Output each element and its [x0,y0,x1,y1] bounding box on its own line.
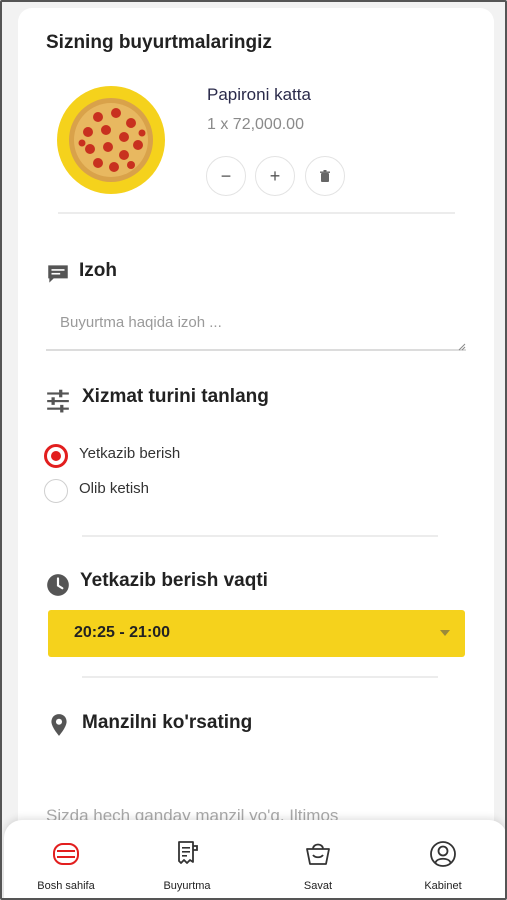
pepperoni-pizza-icon [69,98,153,182]
nav-label: Bosh sahifa [37,880,95,892]
chevron-down-icon [440,630,450,636]
app-frame: Sizning buyurtmalaringiz Papironi katta … [0,0,507,900]
radio-button[interactable] [44,479,68,503]
basket-icon [306,843,330,865]
home-icon [53,843,79,865]
nav-label: Savat [303,880,333,892]
increase-quantity-button[interactable]: + [255,156,295,196]
delivery-time-title: Yetkazib berish vaqti [80,570,268,591]
product-name: Papironi katta [207,85,311,104]
nav-item-cart[interactable]: Savat [268,820,368,898]
nav-item-profile[interactable]: Kabinet [393,820,493,898]
orders-title: Sizning buyurtmalaringiz [46,32,272,53]
user-icon [430,841,456,867]
receipt-icon [178,841,198,864]
nav-item-orders[interactable]: Buyurtma [137,820,237,898]
chat-icon [48,265,68,283]
trash-icon [320,169,330,182]
resize-handle-icon[interactable] [458,343,466,351]
divider [82,535,438,537]
divider [58,212,455,214]
remove-item-button[interactable] [305,156,345,196]
divider [82,676,438,678]
service-option-label: Yetkazib berish [79,444,181,462]
service-option-pickup[interactable]: Olib ketish [44,479,149,503]
clock-icon [47,574,69,596]
location-pin-icon [51,714,67,736]
minus-icon: − [220,165,232,186]
service-type-title: Xizmat turini tanlang [82,386,269,407]
decrease-quantity-button[interactable]: − [206,156,246,196]
sliders-icon [47,389,69,413]
comment-title: Izoh [79,260,117,281]
product-image [57,86,165,194]
radio-button-checked[interactable] [44,444,68,468]
service-option-delivery[interactable]: Yetkazib berish [44,444,180,468]
nav-label: Buyurtma [163,880,211,892]
delivery-time-select[interactable]: 20:25 - 21:00 [48,610,465,657]
bottom-navigation: Bosh sahifa Buyurtma Savat Kabinet [4,820,505,898]
plus-icon: + [269,165,281,186]
address-title: Manzilni ko'rsating [82,712,253,733]
product-price: 1 x 72,000.00 [207,116,304,133]
service-option-label: Olib ketish [79,479,150,497]
nav-item-home[interactable]: Bosh sahifa [16,820,116,898]
nav-label: Kabinet [424,880,462,892]
comment-input[interactable] [46,301,466,351]
delivery-time-value: 20:25 - 21:00 [74,624,171,641]
